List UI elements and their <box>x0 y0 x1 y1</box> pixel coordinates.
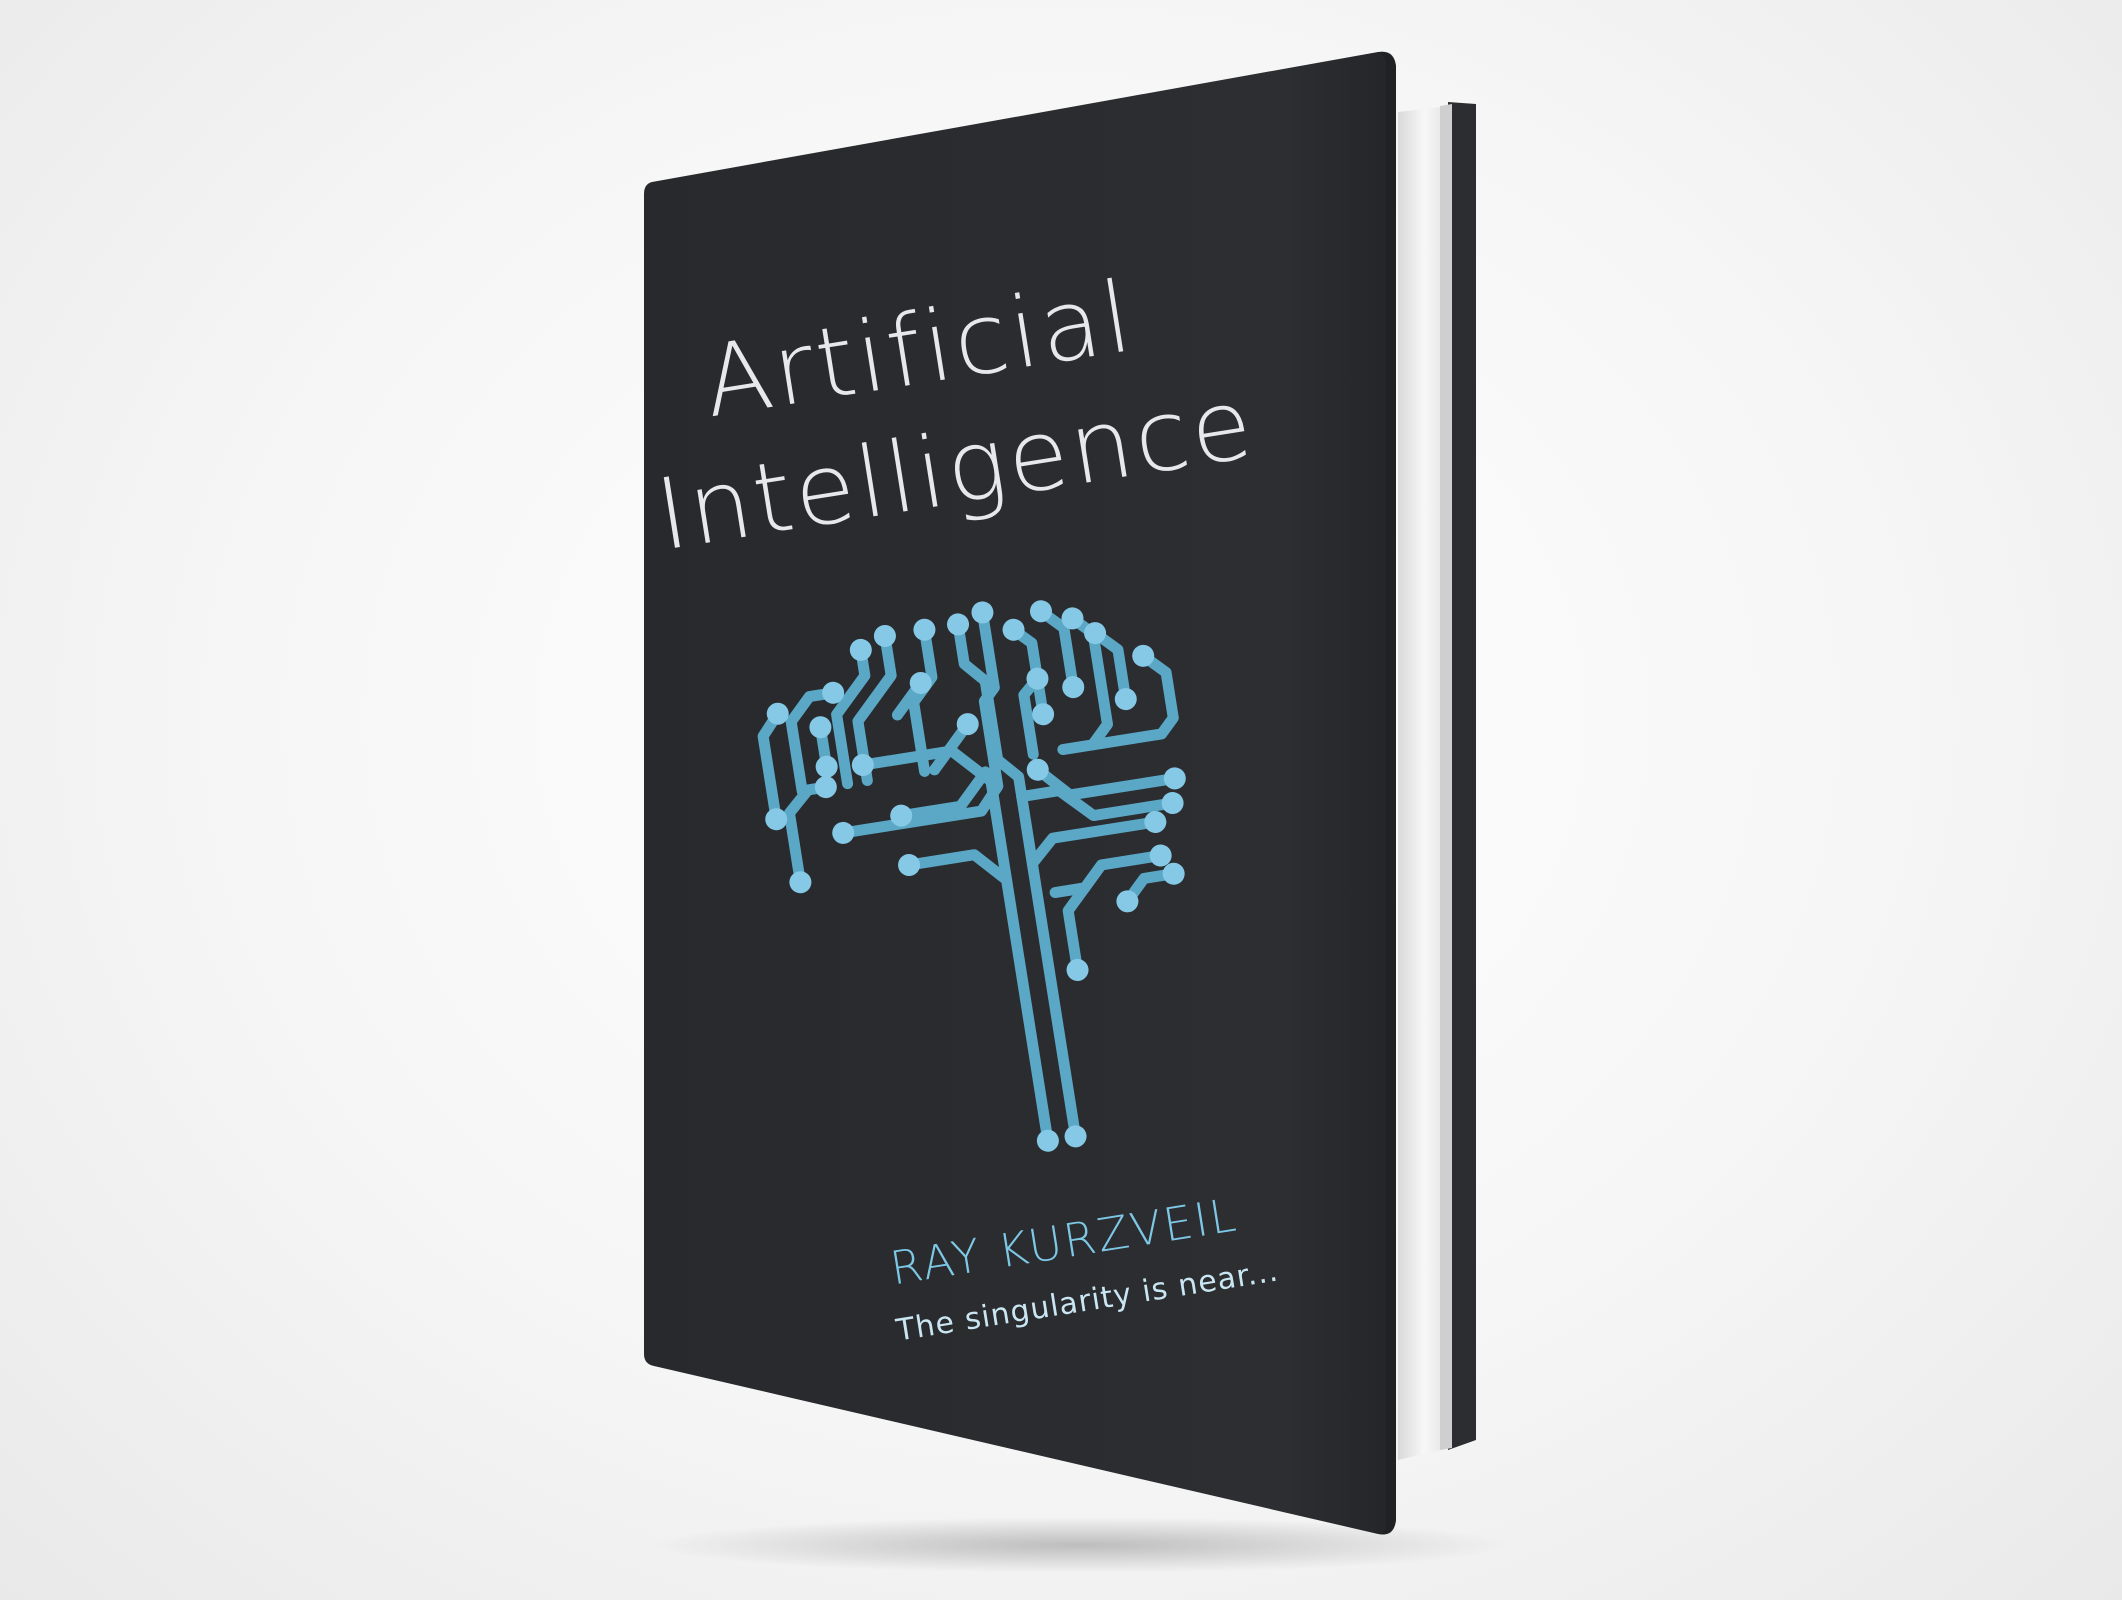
book-pages <box>1398 104 1452 1460</box>
book-back-cover <box>1448 102 1476 1450</box>
book-mockup-scene: Artificial Intelligence RAY KURZVEIL The… <box>644 51 1510 1573</box>
